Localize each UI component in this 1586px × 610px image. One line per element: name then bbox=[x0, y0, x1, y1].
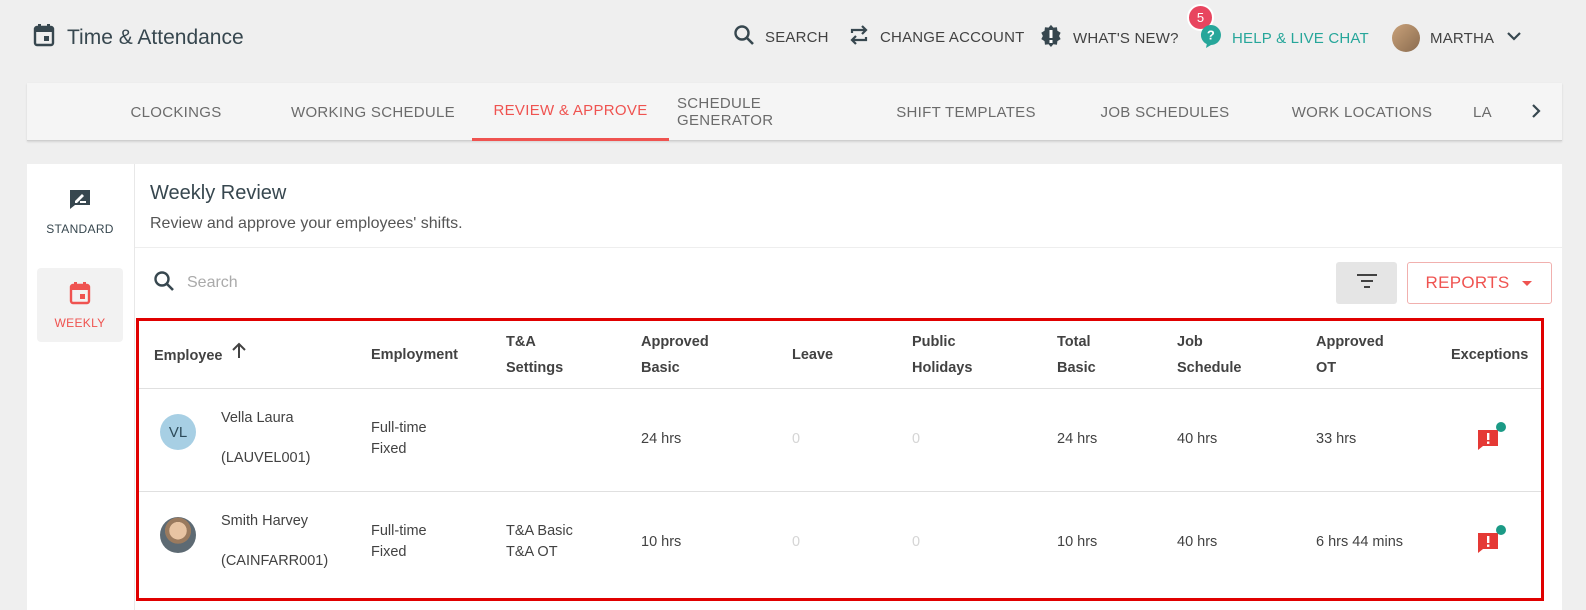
reports-button[interactable]: REPORTS bbox=[1407, 262, 1552, 304]
search-nav-button[interactable]: SEARCH bbox=[733, 24, 829, 50]
view-sidebar: STANDARD WEEKLY bbox=[27, 164, 135, 610]
chevron-right-icon[interactable] bbox=[1526, 101, 1546, 126]
svg-text:?: ? bbox=[1207, 28, 1215, 43]
calendar-icon bbox=[69, 281, 91, 308]
user-avatar bbox=[1392, 24, 1420, 52]
exception-alert-icon[interactable] bbox=[1477, 429, 1499, 451]
employee-avatar bbox=[160, 517, 196, 553]
col-public-holidays-line2: Holidays bbox=[912, 360, 973, 376]
tab-la[interactable]: LA bbox=[1473, 83, 1499, 141]
tab-work-locations[interactable]: WORK LOCATIONS bbox=[1282, 83, 1442, 141]
employment-kind: Fixed bbox=[371, 544, 407, 560]
col-employee-label: Employee bbox=[154, 347, 223, 364]
ta-setting-2: T&A OT bbox=[506, 544, 558, 560]
employment-type: Full-time bbox=[371, 420, 427, 436]
job-schedule-value: 40 hrs bbox=[1177, 534, 1218, 550]
search-nav-label: SEARCH bbox=[765, 28, 829, 46]
col-job-schedule-line1: Job bbox=[1177, 334, 1203, 350]
tab-job-schedules[interactable]: JOB SCHEDULES bbox=[1085, 83, 1245, 141]
col-job-schedule-line2: Schedule bbox=[1177, 360, 1242, 376]
weekly-review-table: Employee Employment T&A Settings Approve… bbox=[136, 318, 1544, 601]
app-title-text: Time & Attendance bbox=[67, 25, 244, 49]
page-subtitle: Review and approve your employees' shift… bbox=[150, 215, 463, 232]
table-row[interactable]: Smith Harvey (CAINFARR001) Full-time Fix… bbox=[139, 491, 1541, 594]
col-approved-basic-line2: Basic bbox=[641, 360, 680, 376]
tab-working-schedule[interactable]: WORKING SCHEDULE bbox=[283, 83, 463, 141]
tab-review-approve[interactable]: REVIEW & APPROVE bbox=[472, 83, 669, 141]
tab-shift-templates[interactable]: SHIFT TEMPLATES bbox=[889, 83, 1043, 141]
app-title: Time & Attendance bbox=[33, 23, 244, 52]
change-account-button[interactable]: CHANGE ACCOUNT bbox=[848, 24, 1024, 50]
employee-avatar: VL bbox=[160, 414, 196, 450]
job-schedule-value: 40 hrs bbox=[1177, 431, 1218, 447]
approved-basic-value: 10 hrs bbox=[641, 534, 682, 550]
total-basic-value: 24 hrs bbox=[1057, 431, 1098, 447]
caret-down-icon bbox=[1521, 273, 1533, 293]
tab-bar: CLOCKINGS WORKING SCHEDULE REVIEW & APPR… bbox=[27, 83, 1562, 141]
col-employment: Employment bbox=[371, 347, 459, 363]
user-name: MARTHA bbox=[1430, 29, 1495, 47]
tab-schedule-generator[interactable]: SCHEDULE GENERATOR bbox=[677, 83, 859, 141]
leave-value: 0 bbox=[792, 534, 801, 550]
approved-ot-value: 6 hrs 44 mins bbox=[1316, 534, 1404, 550]
exception-status-dot bbox=[1496, 525, 1506, 535]
page-header: Weekly Review Review and approve your em… bbox=[135, 164, 1562, 248]
sidebar-item-label: WEEKLY bbox=[54, 315, 106, 330]
employee-name[interactable]: Smith Harvey bbox=[221, 511, 308, 532]
public-holidays-value: 0 bbox=[912, 534, 921, 550]
page-title: Weekly Review bbox=[150, 182, 287, 204]
employee-name[interactable]: Vella Laura bbox=[221, 408, 294, 429]
col-employee[interactable]: Employee bbox=[154, 342, 247, 369]
col-ta-settings-line1: T&A bbox=[506, 334, 536, 350]
leave-value: 0 bbox=[792, 431, 801, 447]
filter-icon bbox=[1356, 273, 1378, 294]
ta-setting-1: T&A Basic bbox=[506, 523, 573, 539]
approved-basic-value: 24 hrs bbox=[641, 431, 682, 447]
sidebar-item-weekly[interactable]: WEEKLY bbox=[37, 268, 123, 342]
sidebar-item-label: STANDARD bbox=[46, 221, 114, 236]
employment-type: Full-time bbox=[371, 523, 427, 539]
reports-label: REPORTS bbox=[1425, 273, 1510, 292]
col-public-holidays-line1: Public bbox=[912, 334, 956, 350]
search-icon bbox=[733, 24, 755, 50]
exception-alert-icon[interactable] bbox=[1477, 532, 1499, 554]
total-basic-value: 10 hrs bbox=[1057, 534, 1098, 550]
tab-clockings[interactable]: CLOCKINGS bbox=[107, 83, 245, 141]
col-leave: Leave bbox=[792, 347, 834, 363]
help-icon: ? bbox=[1200, 24, 1222, 52]
whats-new-label: WHAT'S NEW? bbox=[1073, 29, 1179, 47]
employee-code: (LAUVEL001) bbox=[221, 450, 311, 466]
rate-review-icon bbox=[68, 187, 92, 214]
sidebar-item-standard[interactable]: STANDARD bbox=[37, 174, 123, 248]
change-account-label: CHANGE ACCOUNT bbox=[880, 28, 1025, 46]
filter-button[interactable] bbox=[1336, 262, 1397, 304]
employment-kind: Fixed bbox=[371, 441, 407, 457]
announcement-icon bbox=[1039, 24, 1063, 52]
user-menu[interactable]: MARTHA bbox=[1392, 24, 1524, 52]
public-holidays-value: 0 bbox=[912, 431, 921, 447]
chevron-down-icon bbox=[1504, 26, 1524, 50]
employee-code: (CAINFARR001) bbox=[221, 553, 329, 569]
col-approved-basic-line1: Approved bbox=[641, 334, 709, 350]
whats-new-button[interactable]: WHAT'S NEW? bbox=[1039, 24, 1179, 52]
col-approved-ot-line1: Approved bbox=[1316, 334, 1384, 350]
approved-ot-value: 33 hrs bbox=[1316, 431, 1357, 447]
arrow-up-icon bbox=[231, 342, 247, 369]
top-bar: Time & Attendance SEARCH CHANGE ACCOUNT … bbox=[0, 0, 1586, 75]
swap-icon bbox=[848, 24, 870, 50]
search-input[interactable] bbox=[187, 268, 787, 298]
search-row: REPORTS bbox=[135, 248, 1562, 318]
col-approved-ot-line2: OT bbox=[1316, 360, 1337, 376]
help-live-chat-label: HELP & LIVE CHAT bbox=[1232, 29, 1369, 47]
help-live-chat-button[interactable]: ? HELP & LIVE CHAT bbox=[1200, 24, 1369, 52]
table-row[interactable]: VL Vella Laura (LAUVEL001) Full-time Fix… bbox=[139, 388, 1541, 491]
exception-status-dot bbox=[1496, 422, 1506, 432]
col-ta-settings-line2: Settings bbox=[506, 360, 564, 376]
col-exceptions: Exceptions bbox=[1451, 347, 1529, 363]
col-total-basic-line2: Basic bbox=[1057, 360, 1096, 376]
col-total-basic-line1: Total bbox=[1057, 334, 1091, 350]
search-icon bbox=[153, 270, 175, 297]
calendar-icon bbox=[33, 23, 55, 52]
